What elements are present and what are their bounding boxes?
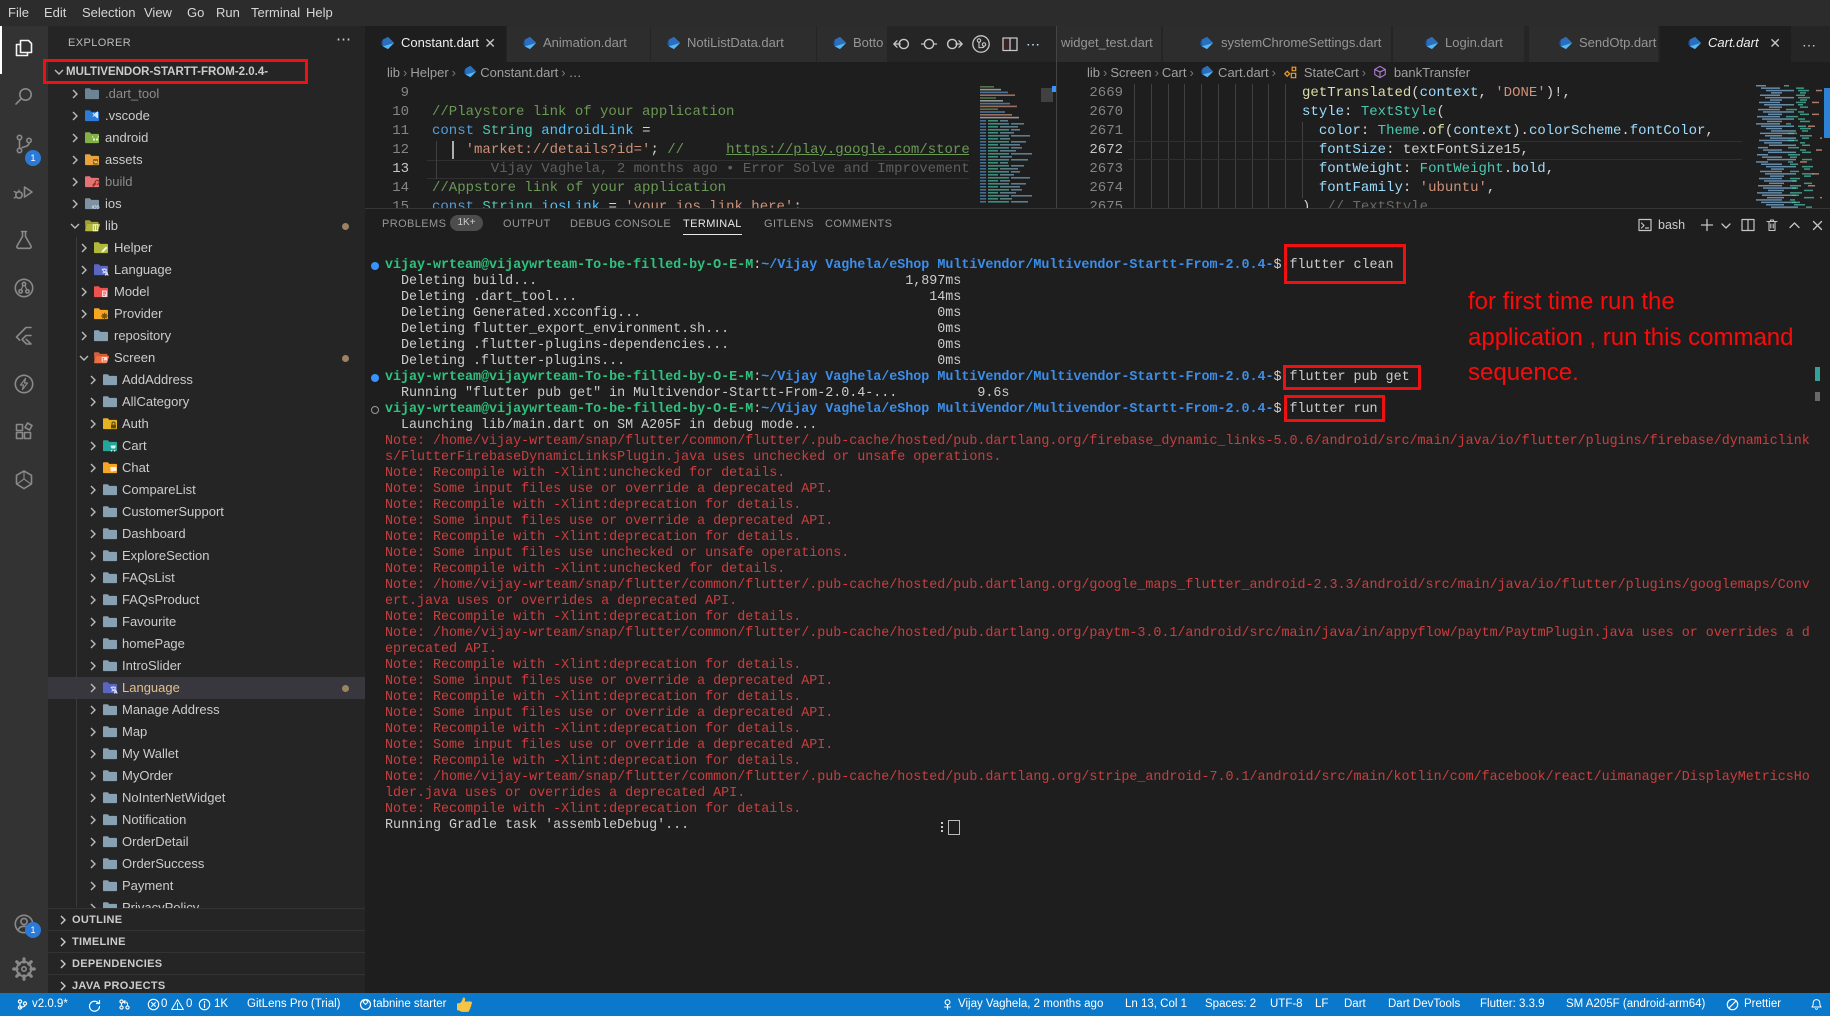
svg-text:iOS: iOS [92, 205, 100, 210]
